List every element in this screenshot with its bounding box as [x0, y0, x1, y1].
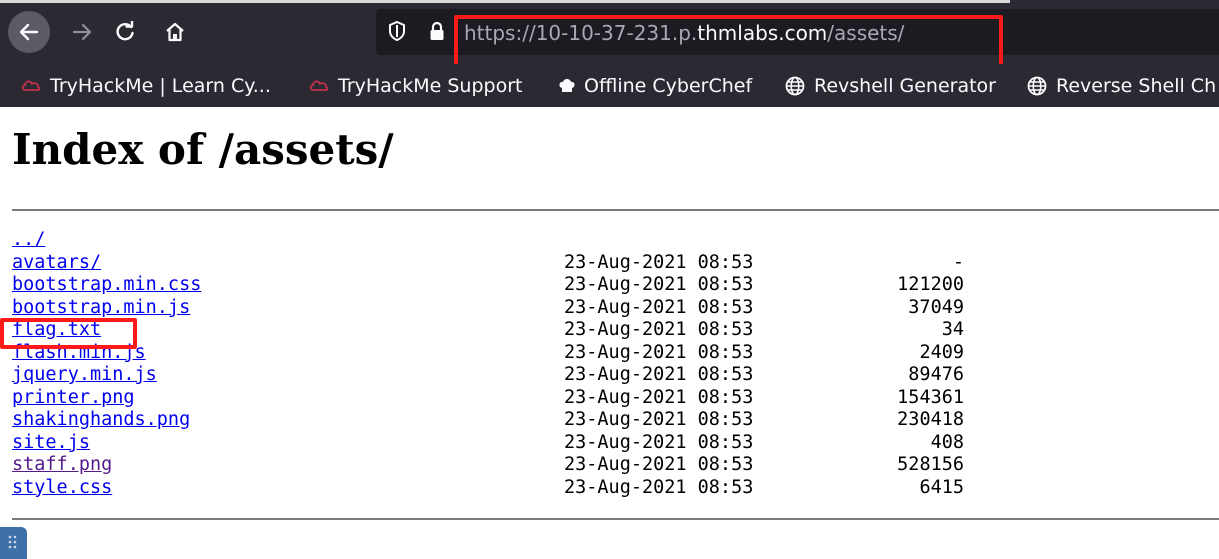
bookmark-tryhackme-support[interactable]: TryHackMe Support	[308, 64, 522, 107]
back-button[interactable]	[8, 11, 50, 53]
shield-icon[interactable]	[388, 20, 406, 42]
list-item: printer.png 23-Aug-2021 08:53 154361	[12, 387, 1012, 410]
file-link[interactable]: style.css	[12, 477, 112, 500]
bookmark-label: TryHackMe | Learn Cy...	[50, 74, 271, 97]
url-host: thmlabs.com	[697, 21, 828, 45]
file-date: 23-Aug-2021 08:53	[564, 409, 754, 430]
globe-icon	[1027, 76, 1047, 95]
file-size: 89476	[908, 364, 964, 385]
file-link[interactable]: jquery.min.js	[12, 364, 157, 387]
bookmark-label: Offline CyberChef	[584, 74, 753, 97]
file-date: 23-Aug-2021 08:53	[564, 454, 754, 475]
tryhackme-icon	[309, 80, 328, 91]
file-link[interactable]: staff.png	[12, 454, 112, 477]
arrow-right-icon	[72, 23, 92, 41]
file-size: 37049	[908, 296, 964, 318]
file-date: 23-Aug-2021 08:53	[564, 341, 754, 363]
bookmarks-bar: TryHackMe | Learn Cy... TryHackMe Suppor…	[0, 64, 1219, 107]
file-size: 6415	[919, 476, 964, 498]
globe-icon	[785, 76, 805, 95]
url-path: /assets/	[827, 21, 905, 45]
file-size: 34	[941, 319, 964, 340]
list-item: staff.png 23-Aug-2021 08:53 528156	[12, 454, 1012, 477]
list-item: ../	[12, 229, 1012, 252]
reload-icon	[116, 21, 134, 41]
list-item: bootstrap.min.js 23-Aug-2021 08:53 37049	[12, 297, 1012, 320]
bookmark-reverse-shell-cheatsheet[interactable]: Reverse Shell Ch	[1026, 64, 1216, 107]
file-size: 2409	[919, 341, 964, 363]
tab-strip-edge	[0, 0, 1010, 3]
home-button[interactable]	[155, 12, 195, 52]
file-link[interactable]: printer.png	[12, 387, 135, 410]
chef-icon	[559, 78, 575, 92]
file-date: 23-Aug-2021 08:53	[564, 431, 754, 453]
file-date: 23-Aug-2021 08:53	[564, 274, 754, 295]
file-size: 121200	[897, 274, 964, 295]
file-link[interactable]: avatars/	[12, 252, 101, 275]
home-icon	[166, 22, 184, 42]
flag-file-link[interactable]: flag.txt	[12, 319, 101, 342]
file-link[interactable]: flash.min.js	[12, 342, 146, 365]
forward-button[interactable]	[62, 12, 102, 52]
list-item: flash.min.js 23-Aug-2021 08:53 2409	[12, 342, 1012, 365]
file-date: 23-Aug-2021 08:53	[564, 251, 754, 273]
file-link[interactable]: bootstrap.min.css	[12, 274, 201, 297]
arrow-left-icon	[19, 23, 39, 41]
file-date: 23-Aug-2021 08:53	[564, 386, 754, 408]
list-item: style.css 23-Aug-2021 08:53 6415	[12, 477, 1012, 500]
list-item: site.js 23-Aug-2021 08:53 408	[12, 432, 1012, 455]
file-date: 23-Aug-2021 08:53	[564, 476, 754, 498]
drag-handle[interactable]	[0, 527, 27, 559]
list-item: flag.txt 23-Aug-2021 08:53 34	[12, 319, 1012, 342]
file-date: 23-Aug-2021 08:53	[564, 296, 754, 318]
page-title: Index of /assets/	[12, 125, 394, 174]
file-link[interactable]: site.js	[12, 432, 90, 455]
file-date: 23-Aug-2021 08:53	[564, 319, 754, 340]
file-size: -	[952, 251, 964, 273]
file-link[interactable]: shakinghands.png	[12, 409, 190, 432]
browser-toolbar: https://10-10-37-231.p.thmlabs.com/asset…	[0, 0, 1219, 70]
file-listing: ../ avatars/ 23-Aug-2021 08:53 - bootstr…	[12, 229, 1012, 499]
file-link[interactable]: bootstrap.min.js	[12, 297, 190, 320]
file-size: 230418	[897, 409, 964, 430]
list-item: jquery.min.js 23-Aug-2021 08:53 89476	[12, 364, 1012, 387]
divider	[12, 518, 1219, 520]
list-item: avatars/ 23-Aug-2021 08:53 -	[12, 252, 1012, 275]
list-item: shakinghands.png 23-Aug-2021 08:53 23041…	[12, 409, 1012, 432]
bookmark-label: TryHackMe Support	[338, 74, 523, 97]
tryhackme-icon	[21, 80, 40, 91]
list-item: bootstrap.min.css 23-Aug-2021 08:53 1212…	[12, 274, 1012, 297]
grip-icon	[8, 535, 17, 549]
parent-directory-link[interactable]: ../	[12, 229, 45, 252]
reload-button[interactable]	[105, 12, 145, 52]
lock-icon[interactable]	[428, 20, 446, 42]
file-size: 408	[930, 431, 964, 453]
divider	[12, 209, 1219, 211]
bookmark-label: Revshell Generator	[814, 74, 996, 97]
bookmark-tryhackme-learn[interactable]: TryHackMe | Learn Cy...	[20, 64, 271, 107]
url-prefix: https://10-10-37-231.p.	[464, 21, 698, 45]
file-size: 154361	[897, 386, 964, 408]
file-date: 23-Aug-2021 08:53	[564, 364, 754, 385]
file-size: 528156	[897, 454, 964, 475]
bookmark-offline-cyberchef[interactable]: Offline CyberChef	[556, 64, 752, 107]
bookmark-revshell-generator[interactable]: Revshell Generator	[784, 64, 996, 107]
url-text[interactable]: https://10-10-37-231.p.thmlabs.com/asset…	[464, 19, 904, 47]
bookmark-label: Reverse Shell Ch	[1056, 74, 1217, 97]
